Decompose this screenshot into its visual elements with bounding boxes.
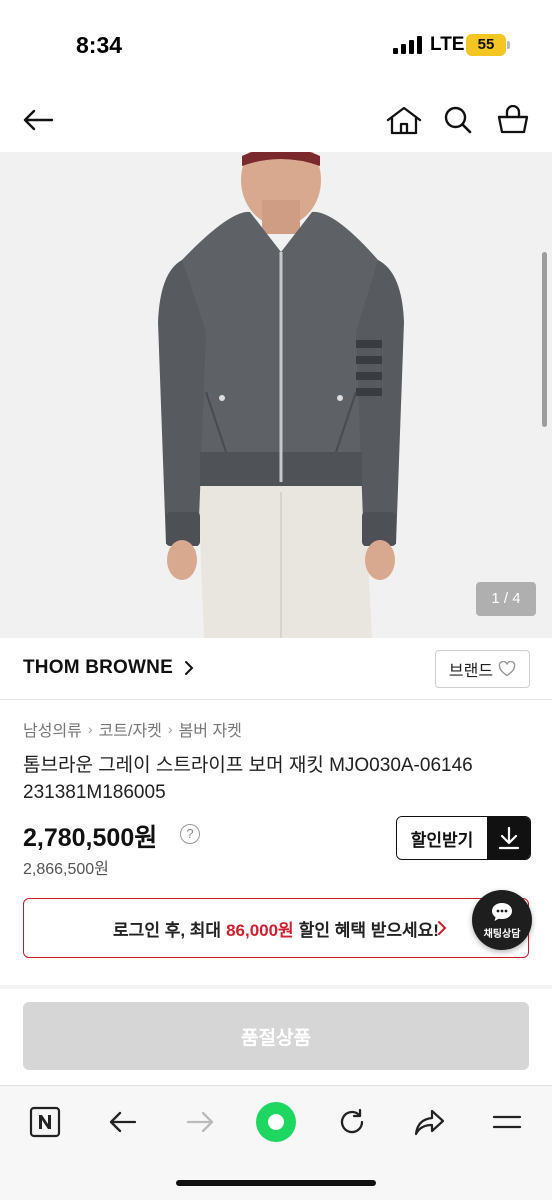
page-scrollbar[interactable] — [542, 252, 547, 427]
product-image-gallery[interactable]: 1 / 4 — [0, 152, 552, 638]
coupon-download-button[interactable]: 할인받기 — [396, 816, 531, 860]
breadcrumb: 남성의류 › 코트/자켓 › 봄버 자켓 — [23, 717, 242, 741]
status-bar: 8:34 LTE 55 — [0, 0, 552, 90]
status-time: 8:34 — [76, 32, 123, 58]
breadcrumb-item[interactable]: 남성의류 — [23, 717, 82, 741]
heart-icon — [498, 661, 516, 677]
section-divider — [0, 985, 552, 989]
download-icon — [487, 817, 530, 859]
chevron-right-icon[interactable] — [182, 659, 196, 677]
help-icon[interactable]: ? — [180, 824, 200, 844]
product-photo — [0, 152, 552, 638]
menu-icon[interactable] — [485, 1100, 529, 1144]
battery-level: 55 — [477, 36, 495, 53]
battery-cap — [507, 41, 510, 49]
product-title-line: 톰브라운 그레이 스트라이프 보머 재킷 MJO030A-06146 — [23, 755, 473, 776]
search-icon[interactable] — [436, 98, 480, 142]
forward-icon[interactable] — [178, 1100, 222, 1144]
home-icon[interactable] — [382, 98, 426, 142]
product-title: 톰브라운 그레이 스트라이프 보머 재킷 MJO030A-06146 23138… — [23, 752, 523, 806]
image-counter: 1 / 4 — [476, 582, 536, 616]
breadcrumb-item[interactable]: 코트/자켓 — [99, 717, 162, 741]
signal-icon — [393, 36, 422, 54]
back-icon[interactable] — [101, 1100, 145, 1144]
refresh-icon[interactable] — [330, 1100, 374, 1144]
naver-icon[interactable] — [23, 1100, 67, 1144]
basket-icon[interactable] — [491, 98, 535, 142]
sale-price: 2,780,500원 — [23, 824, 158, 852]
chat-label: 채팅상담 — [483, 928, 521, 940]
chat-consult-button[interactable]: 채팅상담 — [472, 890, 532, 950]
top-nav — [0, 90, 552, 152]
brand-link[interactable]: THOM BROWNE — [23, 657, 173, 679]
breadcrumb-item[interactable]: 봄버 자켓 — [179, 717, 242, 741]
brand-button-label: 브랜드 — [448, 663, 494, 680]
breadcrumb-separator-icon: › — [87, 721, 93, 737]
reload-icon[interactable] — [254, 1100, 298, 1144]
battery-icon: 55 — [466, 34, 506, 56]
chevron-right-icon — [438, 921, 447, 935]
network-label: LTE — [430, 34, 465, 55]
original-price: 2,866,500원 — [23, 861, 109, 878]
back-arrow-icon[interactable] — [16, 98, 60, 142]
brand-favorite-button[interactable]: 브랜드 — [435, 650, 530, 688]
banner-prefix: 로그인 후, 최대 — [113, 920, 222, 940]
breadcrumb-separator-icon: › — [167, 721, 173, 737]
login-discount-banner[interactable]: 로그인 후, 최대 86,000원 할인 혜택 받으세요! — [23, 898, 529, 958]
chat-bubble-icon — [492, 902, 512, 921]
soldout-button: 품절상품 — [23, 1002, 529, 1070]
coupon-label: 할인받기 — [397, 817, 487, 859]
banner-amount: 86,000원 — [226, 920, 294, 940]
brand-row: THOM BROWNE 브랜드 — [0, 638, 552, 700]
home-indicator[interactable] — [176, 1180, 376, 1186]
share-icon[interactable] — [408, 1100, 452, 1144]
banner-suffix: 할인 혜택 받으세요! — [298, 920, 439, 940]
product-code: 231381M186005 — [23, 782, 166, 803]
